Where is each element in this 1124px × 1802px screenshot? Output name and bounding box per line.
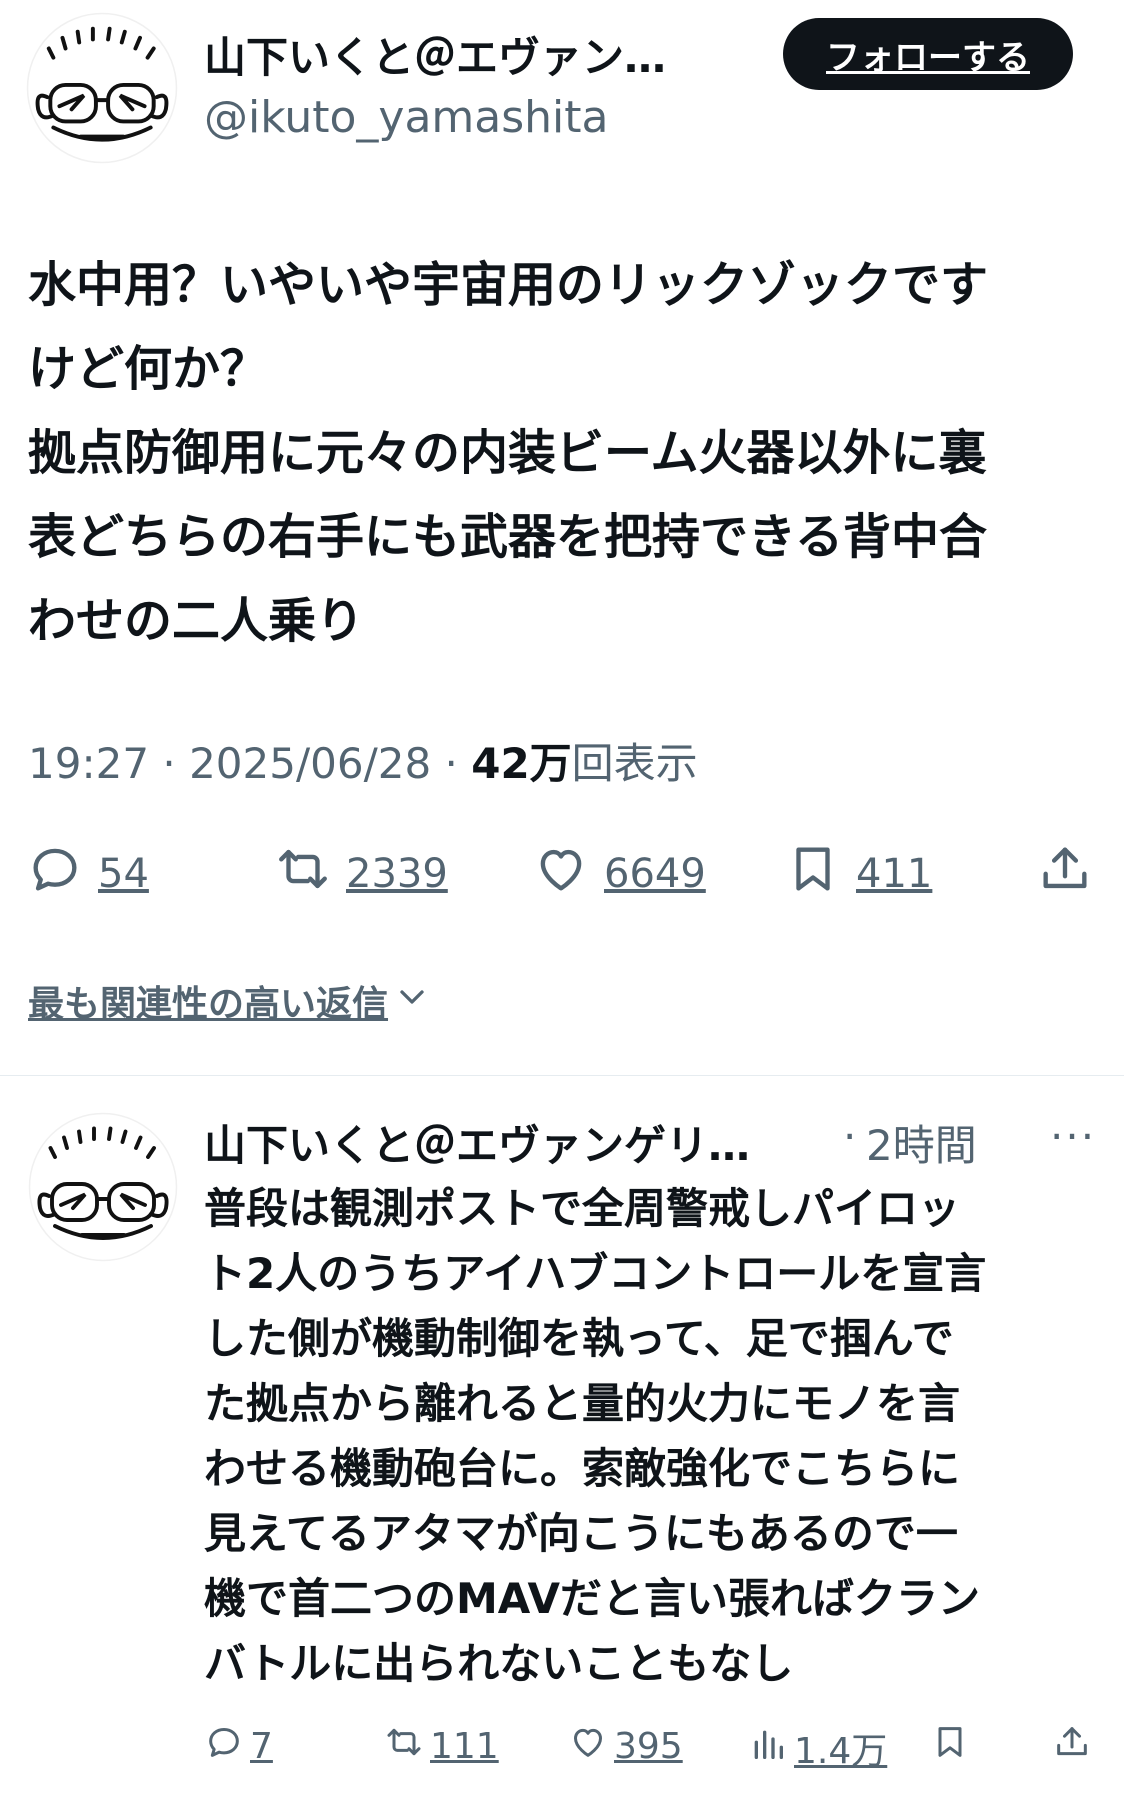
author-handle[interactable]: @ikuto_yamashita [204,92,609,143]
bookmark-count: 411 [856,851,933,897]
reply-reply-count: 7 [250,1726,273,1767]
tweet-text-line: 水中用？いやいや宇宙用のリックゾックです [28,257,989,313]
tweet-meta: 19:27 · 2025/06/28 · 42万回表示 [28,730,698,791]
tweet-text-line: わせの二人乗り [28,593,365,649]
reply-repost-button[interactable]: 111 [384,1722,499,1771]
reply-text-line: ト2人のうちアイハブコントロールを宣言 [204,1249,987,1298]
repost-button[interactable]: 2339 [274,840,448,908]
face-drawing-icon [28,1112,178,1262]
bar-chart-icon [748,1724,788,1773]
heart-icon [568,1722,608,1771]
reply-text: 普段は観測ポストで全周警戒しパイロッ ト2人のうちアイハブコントロールを宣言 し… [204,1176,1104,1696]
reply-views-button[interactable]: 1.4万 [748,1722,887,1774]
share-button[interactable] [1036,840,1094,908]
share-icon [1036,840,1094,908]
repost-icon [384,1722,424,1771]
more-options-icon[interactable]: ··· [1050,1112,1096,1161]
reply-button[interactable]: 54 [26,840,149,908]
tweet-timestamp[interactable]: 19:27 · 2025/06/28 · [28,739,471,788]
repost-count: 2339 [346,851,448,897]
author-name[interactable]: 山下いくと＠エヴァン… [204,24,666,85]
reply-text-line: した側が機動制御を執って、足で掴んで [204,1314,954,1363]
reply-share-button[interactable] [1052,1722,1092,1771]
share-icon [1052,1722,1092,1771]
reply-text-line: た拠点から離れると量的火力にモノを言 [204,1379,961,1428]
reply-author-avatar[interactable] [28,1112,178,1262]
replies-sort-label: 最も関連性の高い返信 [28,984,389,1025]
heart-icon [532,840,590,908]
reply-reply-button[interactable]: 7 [204,1722,273,1771]
reply-like-count: 395 [614,1726,683,1767]
follow-button[interactable]: フォローする [783,18,1073,90]
reply-text-line: わせる機動砲台に。索敵強化でこちらに [204,1444,961,1493]
reply-like-button[interactable]: 395 [568,1722,683,1771]
reply-text-line: バトルに出られないこともなし [204,1639,794,1688]
replies-sort-dropdown[interactable]: 最も関連性の高い返信 [28,975,432,1027]
bookmark-icon [784,840,842,908]
reply-timestamp[interactable]: 2時間 [866,1112,977,1173]
tweet-text-line: 表どちらの右手にも武器を把持できる背中合 [28,509,988,565]
speech-bubble-icon [26,840,84,908]
separator-dot: · [843,1112,857,1161]
tweet-text-line: 拠点防御用に元々の内装ビーム火器以外に裏 [28,425,987,481]
speech-bubble-icon [204,1722,244,1771]
chevron-down-icon [388,977,432,1026]
repost-icon [274,840,332,908]
reply-author-name[interactable]: 山下いくと＠エヴァンゲリ… [204,1112,844,1173]
bookmark-icon [930,1722,970,1771]
reply-text-line: 普段は観測ポストで全周警戒しパイロッ [204,1184,961,1233]
reply-text-line: 見えてるアタマが向こうにもあるので一 [204,1509,958,1558]
reply-text-line: 機で首二つのMAVだと言い張ればクラン [204,1574,980,1623]
bookmark-button[interactable]: 411 [784,840,932,908]
like-count: 6649 [604,851,706,897]
view-count: 42万 [471,739,572,788]
divider [0,1075,1124,1076]
view-label: 回表示 [571,739,698,788]
reply-repost-count: 111 [430,1726,499,1767]
face-drawing-icon [26,12,178,164]
tweet-text-line: けど何か？ [28,341,269,397]
reply-bookmark-button[interactable] [930,1722,970,1771]
tweet-text: 水中用？いやいや宇宙用のリックゾックです けど何か？ 拠点防御用に元々の内装ビー… [28,243,1098,663]
like-button[interactable]: 6649 [532,840,706,908]
reply-views-count: 1.4万 [794,1731,888,1772]
author-avatar[interactable] [26,12,178,164]
reply-count: 54 [98,851,149,897]
